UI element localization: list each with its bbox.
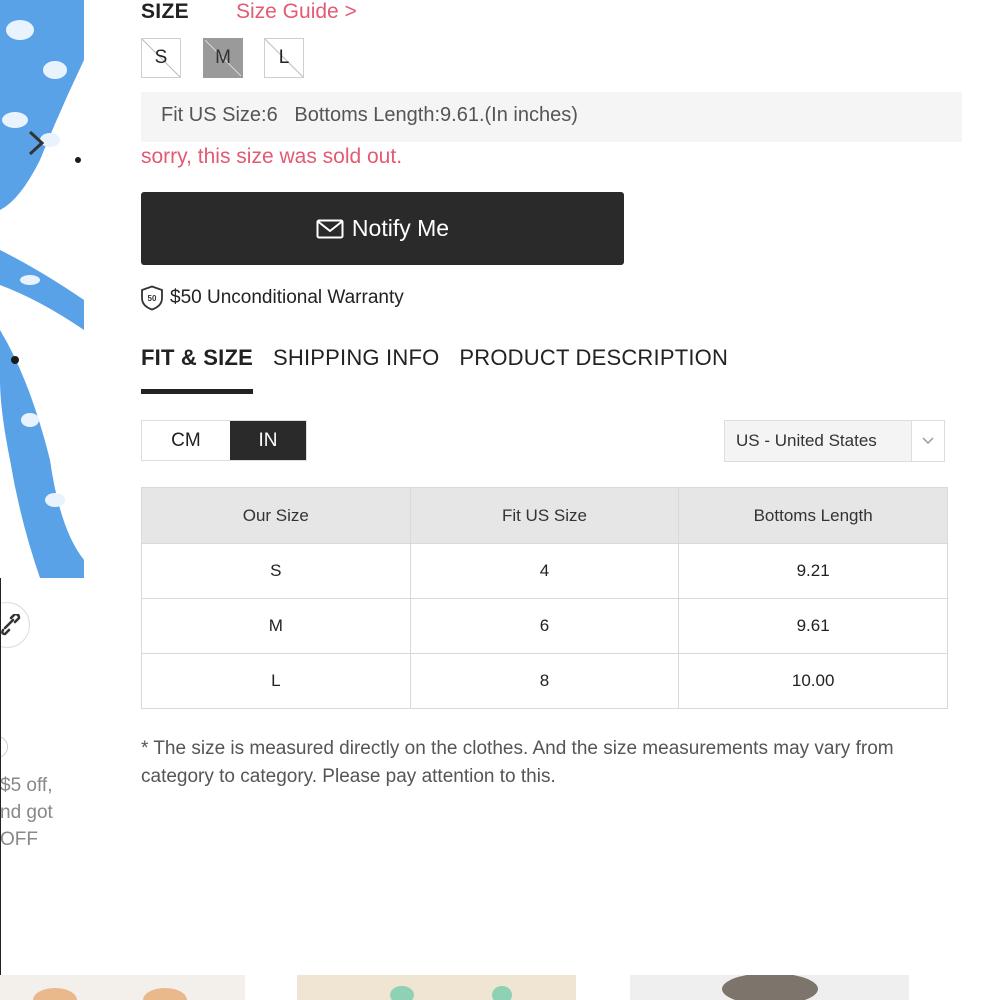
table-cell: 9.61 <box>678 598 948 654</box>
notify-me-label: Notify Me <box>351 215 450 241</box>
region-select[interactable]: US - United States <box>724 420 945 462</box>
size-option-label: M <box>215 47 231 68</box>
table-row: L 8 10.00 <box>141 653 948 709</box>
detail-tabs: FIT & SIZE SHIPPING INFO PRODUCT DESCRIP… <box>141 345 728 394</box>
warranty-label: $50 Unconditional Warranty <box>170 287 404 308</box>
size-note: * The size is measured directly on the c… <box>141 738 894 787</box>
product-thumbnail-image <box>33 988 187 1000</box>
promo-text: $5 off, nd got OFF <box>0 772 84 853</box>
region-select-value: US - United States <box>736 431 877 450</box>
size-guide-link[interactable]: Size Guide > <box>236 0 357 24</box>
notify-me-button[interactable]: Notify Me <box>141 192 624 265</box>
table-cell: S <box>141 543 411 599</box>
link-icon <box>1 614 21 636</box>
table-row: S 4 9.21 <box>141 543 948 599</box>
promo-line: nd got <box>0 802 53 823</box>
warranty-row: 50 $50 Unconditional Warranty <box>140 285 404 311</box>
chevron-right-icon[interactable] <box>22 128 52 158</box>
fit-info-bar: Fit US Size:6 Bottoms Length:9.61.(In in… <box>141 92 962 142</box>
size-option-label: L <box>278 47 290 68</box>
shield-icon: 50 <box>141 285 163 311</box>
size-option-l[interactable]: L <box>264 38 304 78</box>
table-header-cell: Our Size <box>141 487 411 544</box>
table-cell: M <box>141 598 411 654</box>
promo-line: OFF <box>0 829 38 850</box>
table-cell: 8 <box>409 653 680 709</box>
size-option-s[interactable]: S <box>141 38 181 78</box>
product-photo <box>0 0 84 578</box>
table-cell: 9.21 <box>678 543 948 599</box>
table-header-cell: Bottoms Length <box>678 487 948 544</box>
promo-line: $5 off, <box>0 775 53 796</box>
table-cell: L <box>141 653 411 709</box>
tab-fit-size[interactable]: FIT & SIZE <box>141 345 253 394</box>
size-heading: SIZE <box>141 0 189 23</box>
recommended-product-thumbnail[interactable] <box>630 975 909 1000</box>
table-cell: 6 <box>409 598 680 654</box>
unit-in-button[interactable]: IN <box>229 421 306 460</box>
size-option-m[interactable]: M <box>203 38 243 78</box>
product-thumbnail-image <box>630 975 909 1000</box>
tab-product-description[interactable]: PRODUCT DESCRIPTION <box>459 345 728 394</box>
envelope-icon <box>316 219 344 238</box>
table-header-cell: Fit US Size <box>409 487 680 544</box>
recommended-product-thumbnail[interactable] <box>297 975 576 1000</box>
tab-shipping-info[interactable]: SHIPPING INFO <box>273 345 439 394</box>
unit-toggle: CM IN <box>141 420 307 461</box>
table-cell: 10.00 <box>678 653 948 709</box>
sold-out-message: sorry, this size was sold out. <box>141 145 403 168</box>
product-image[interactable] <box>0 0 84 578</box>
divider <box>0 578 1 1000</box>
table-row: M 6 9.61 <box>141 598 948 654</box>
product-thumbnail-image <box>297 975 576 1000</box>
unit-cm-button[interactable]: CM <box>142 421 230 460</box>
carousel-dot[interactable] <box>0 736 8 758</box>
warranty-badge-text: 50 <box>148 294 157 303</box>
table-cell: 4 <box>409 543 680 599</box>
chevron-down-icon <box>911 421 944 461</box>
table-header-row: Our Size Fit US Size Bottoms Length <box>141 487 948 544</box>
recommended-product-thumbnail[interactable] <box>0 975 245 1000</box>
share-link-button[interactable] <box>0 602 30 648</box>
size-option-label: S <box>154 47 168 68</box>
size-chart-table: Our Size Fit US Size Bottoms Length S 4 … <box>141 487 948 709</box>
